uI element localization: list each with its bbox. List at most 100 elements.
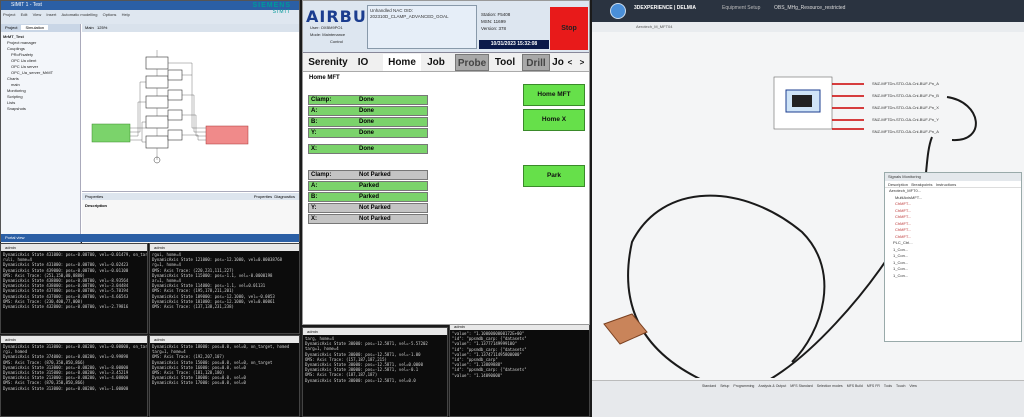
tab-probe[interactable]: Probe <box>455 54 489 71</box>
cad-tab[interactable]: Aerotech_M_MFT04 <box>592 22 1024 32</box>
hmi-window: AIRBUS User: OXBM9PO1 Mode: Maintenance … <box>302 0 590 325</box>
portal-view-link[interactable]: Portal view <box>1 234 299 242</box>
park-row-clamp: Clamp: Not Parked <box>308 170 428 180</box>
console-line: OMS: Axis Trace: (137,138,231,238) <box>152 304 234 310</box>
tree-item[interactable]: Snapshots <box>3 106 78 112</box>
action-bar-tab[interactable]: Touch <box>896 384 905 388</box>
compass-icon[interactable] <box>610 3 626 19</box>
console-window[interactable]: admin DynamicAxis State 313000: pos=-0.0… <box>0 335 148 417</box>
console-line: DynamicAxis State 17000: pos=0.0, vel=0 <box>152 380 246 386</box>
console-titlebar: admin <box>303 328 447 335</box>
tab-project[interactable]: Project <box>1 25 21 30</box>
home-mft-button[interactable]: Home MFT <box>523 84 585 106</box>
console-window[interactable]: admin DynamicAxis State 18000: pos=0.0, … <box>149 335 300 417</box>
console-line: "value": "1.14090000" <box>452 372 503 378</box>
console-window[interactable]: admin rgui, home=4 DynamicAxis State 1210… <box>149 243 300 334</box>
user-info: User: OXBM9PO1 Mode: Maintenance Control <box>310 25 346 44</box>
action-bar-tab[interactable]: Programming <box>733 384 754 388</box>
menu-insert[interactable]: Insert <box>46 10 56 19</box>
station-value: F5408 <box>497 12 511 17</box>
tab-tool[interactable]: Tool <box>491 54 519 71</box>
tab-job[interactable]: Job <box>423 54 449 71</box>
menu-help[interactable]: Help <box>122 10 130 19</box>
chart-diagram <box>91 50 249 164</box>
tab-serenity[interactable]: Serenity <box>305 54 351 71</box>
home-row-y: Y: Done <box>308 128 428 138</box>
console-output: DynamicAxis State 313000: pos=-0.00200, … <box>1 343 147 392</box>
stop-button[interactable]: Stop <box>550 7 588 50</box>
zoom-level[interactable]: 125% <box>97 25 107 30</box>
home-x-button[interactable]: Home X <box>523 109 585 131</box>
console-window[interactable]: admin DynamicAxis State 431000: pos=-0.0… <box>0 243 148 334</box>
action-bar-tab[interactable]: Tools <box>884 384 892 388</box>
simit-window: SIMIT 1 - Test Project Edit View Insert … <box>0 0 300 243</box>
hmi-tab-bar: Serenity IO Home Job Probe Tool Drill Jo… <box>303 53 589 72</box>
action-bar-tab[interactable]: Standard <box>702 384 716 388</box>
menu-options[interactable]: Options <box>103 10 117 19</box>
signals-tabs: Description Breakpoints Instructions <box>885 181 1021 188</box>
tab-simulation[interactable]: Simulation <box>21 25 49 30</box>
plug-label: SNZ-MFTDn-STD-GA-Cnl-BUF-Pn_A <box>872 81 939 86</box>
action-bar-tab[interactable]: MFS Build <box>847 384 863 388</box>
doc-title: OBS_MHg_Resource_restricted <box>774 5 846 11</box>
action-bar-tab[interactable]: Analysis & Output <box>758 384 786 388</box>
park-button[interactable]: Park <box>523 165 585 187</box>
plug-label: SNZ-MFTDn-STD-GA-Cnl-BUF-Pn_A <box>872 129 939 134</box>
signals-list: Aerotech_MFT0... MultiAxisMFT... ChMFT... C… <box>885 188 1021 279</box>
tab-home[interactable]: Home <box>383 54 421 71</box>
park-row-a: A: Parked <box>308 181 428 191</box>
menu-edit[interactable]: Edit <box>21 10 28 19</box>
console-line: DynamicAxis State 437000: pos=-0.00700, … <box>3 288 129 294</box>
tab-prev-arrow[interactable]: < <box>565 54 575 71</box>
plug-label: SNZ-MFTDn-STD-GA-Cnl-BUF-Pn_B <box>872 93 939 98</box>
action-bar-tab[interactable]: MFS FR <box>867 384 880 388</box>
home-row-clamp: Clamp: Done <box>308 95 428 105</box>
home-row-b: B: Done <box>308 117 428 127</box>
menu-view[interactable]: View <box>33 10 42 19</box>
console-line: DynamicAxis State 374000: pos=-0.00200, … <box>3 354 129 360</box>
menu-project[interactable]: Project <box>3 10 15 19</box>
simit-project-panel: Project Simulation MrMT_Test Project mana… <box>1 24 81 243</box>
version-value: 378 <box>498 26 507 31</box>
console-line: DynamicAxis State 431000: pos=-0.00700, … <box>3 262 129 268</box>
signal-item[interactable]: 1_Con... <box>885 273 1021 280</box>
control-value: Control <box>330 39 343 44</box>
siemens-logo: SIEMENS SIMIT <box>252 2 291 15</box>
action-bar-tab[interactable]: Selection modes <box>817 384 843 388</box>
msn-value: 11699 <box>493 19 506 24</box>
console-output: DynamicAxis State 18000: pos=0.0, vel=0,… <box>150 343 299 387</box>
tab-io[interactable]: IO <box>353 54 373 71</box>
console-window[interactable]: admin targ, home=4 DynamicAxis State 3000… <box>302 327 448 417</box>
action-bar-tab[interactable]: Setup <box>720 384 729 388</box>
datetime-display: 10/31/2023 15:32:08 <box>479 40 549 49</box>
app-name: 3DEXPERIENCE | DELMIA <box>634 5 696 11</box>
console-window[interactable]: admin "value": "1.1000000000172E+00" "id"… <box>449 322 590 417</box>
console-titlebar: admin <box>1 244 147 251</box>
menu-automatic-modelling[interactable]: Automatic modelling <box>61 10 97 19</box>
signals-title: Signals Monitoring <box>885 173 1021 181</box>
nac-value: 202310D_CLAMP_ADVANCED_GOAL <box>370 14 449 19</box>
action-bar-tab[interactable]: View <box>909 384 917 388</box>
console-line: DynamicAxis State 432000: pos=-0.00700, … <box>3 304 129 310</box>
tab-drill[interactable]: Drill <box>522 54 550 71</box>
simit-chart-canvas[interactable]: Main 125% <box>82 24 299 192</box>
tab-description[interactable]: Description <box>888 182 908 187</box>
signals-monitoring-panel: Signals Monitoring Description Breakpoin… <box>884 172 1022 342</box>
tab-breakpoints[interactable]: Breakpoints <box>911 182 932 187</box>
console-titlebar: admin <box>150 336 299 343</box>
app-sub: Equipment Setup <box>722 5 761 11</box>
cad-bottom-bar: Standard Setup Programming Analysis & Outpu… <box>592 380 1024 417</box>
console-output: rgui, home=4 DynamicAxis State 121000: po… <box>150 251 299 310</box>
description-label: Description <box>85 203 108 208</box>
plug-label: SNZ-MFTDn-STD-GA-Cnl-BUF-Pn_X <box>872 105 939 110</box>
tab-jo[interactable]: Jo <box>551 54 565 71</box>
tab-next-arrow[interactable]: > <box>577 54 587 71</box>
canvas-tab-main[interactable]: Main <box>85 25 94 30</box>
tab-instructions[interactable]: Instructions <box>936 182 956 187</box>
action-bar-tab[interactable]: MFS Standard <box>790 384 813 388</box>
tab-properties[interactable]: Properties <box>254 194 272 199</box>
user-value: OXBM9PO1 <box>320 25 343 30</box>
console-output: targ, home=4 DynamicAxis State 30000: pos… <box>303 335 447 384</box>
page-title: Home MFT <box>309 75 340 81</box>
tab-diagnostics[interactable]: Diagnostics <box>274 194 295 199</box>
